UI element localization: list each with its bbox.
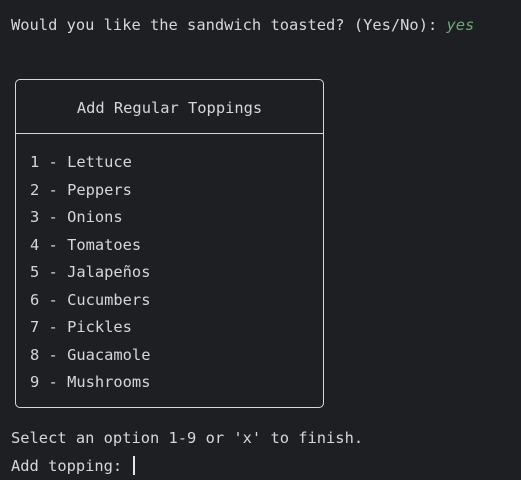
text-cursor[interactable]	[133, 456, 136, 475]
menu-item: 7 - Pickles	[30, 318, 132, 336]
menu-item: 4 - Tomatoes	[30, 236, 142, 254]
topping-input-line[interactable]: Add topping:	[11, 456, 136, 476]
toast-question-line: Would you like the sandwich toasted? (Ye…	[11, 15, 474, 35]
menu-item: 8 - Guacamole	[30, 346, 151, 364]
menu-item: 2 - Peppers	[30, 181, 132, 199]
toast-answer: yes	[446, 16, 475, 34]
menu-item: 5 - Jalapeños	[30, 263, 151, 281]
input-prompt: Add topping:	[11, 457, 132, 475]
toast-question-prompt: Would you like the sandwich toasted? (Ye…	[11, 16, 447, 34]
instruction-line: Select an option 1-9 or 'x' to finish.	[11, 429, 364, 447]
menu-title-divider	[16, 133, 323, 134]
toppings-menu-box: Add Regular Toppings 1 - Lettuce 2 - Pep…	[15, 79, 324, 408]
menu-item: 6 - Cucumbers	[30, 291, 151, 309]
menu-item: 1 - Lettuce	[30, 153, 132, 171]
menu-item: 9 - Mushrooms	[30, 373, 151, 391]
menu-item: 3 - Onions	[30, 208, 123, 226]
menu-title: Add Regular Toppings	[76, 99, 263, 117]
